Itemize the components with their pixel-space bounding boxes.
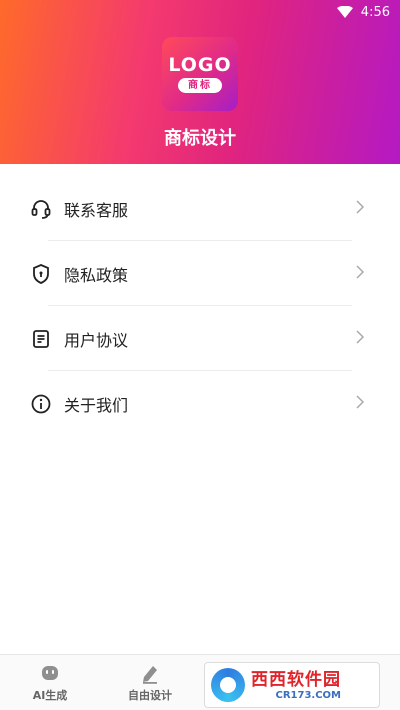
- watermark: 西西软件园 CR173.COM: [204, 662, 380, 708]
- wifi-icon: [336, 6, 353, 18]
- status-time: 4:56: [360, 4, 390, 20]
- info-icon: [30, 393, 52, 415]
- chevron-right-icon: [356, 200, 365, 214]
- menu-item-label: 隐私政策: [64, 265, 129, 285]
- headset-icon: [30, 198, 52, 220]
- menu-item-about-us[interactable]: 关于我们: [0, 371, 400, 436]
- menu-item-user-agreement[interactable]: 用户协议: [0, 306, 400, 371]
- tab-free-design[interactable]: 自由设计: [100, 655, 200, 710]
- chevron-right-icon: [356, 265, 365, 279]
- tab-ai-generate[interactable]: AI生成: [0, 655, 100, 710]
- logo-subtext: 商标: [178, 78, 222, 93]
- chevron-right-icon: [356, 330, 365, 344]
- header: 4:56 LOGO 商标 商标设计: [0, 0, 400, 164]
- menu-item-contact-support[interactable]: 联系客服: [0, 176, 400, 241]
- robot-icon: [42, 666, 58, 680]
- menu-item-privacy-policy[interactable]: 隐私政策: [0, 241, 400, 306]
- watermark-url: CR173.COM: [275, 689, 341, 701]
- tab-label: 自由设计: [128, 689, 172, 702]
- document-icon: [30, 328, 52, 350]
- shield-icon: [30, 263, 52, 285]
- watermark-logo-icon: [211, 668, 245, 702]
- logo-text: LOGO: [168, 54, 232, 76]
- chevron-right-icon: [356, 395, 365, 409]
- status-bar: 4:56: [0, 0, 400, 24]
- tab-label: AI生成: [32, 689, 68, 702]
- menu-item-label: 用户协议: [64, 330, 129, 350]
- settings-menu: 联系客服 隐私政策 用户协议 关于我们: [0, 176, 400, 436]
- watermark-brand: 西西软件园: [251, 669, 341, 690]
- menu-item-label: 关于我们: [64, 395, 129, 415]
- app-logo: LOGO 商标: [162, 37, 238, 111]
- app-title: 商标设计: [164, 128, 236, 149]
- menu-item-label: 联系客服: [64, 200, 129, 220]
- pen-icon: [143, 666, 157, 684]
